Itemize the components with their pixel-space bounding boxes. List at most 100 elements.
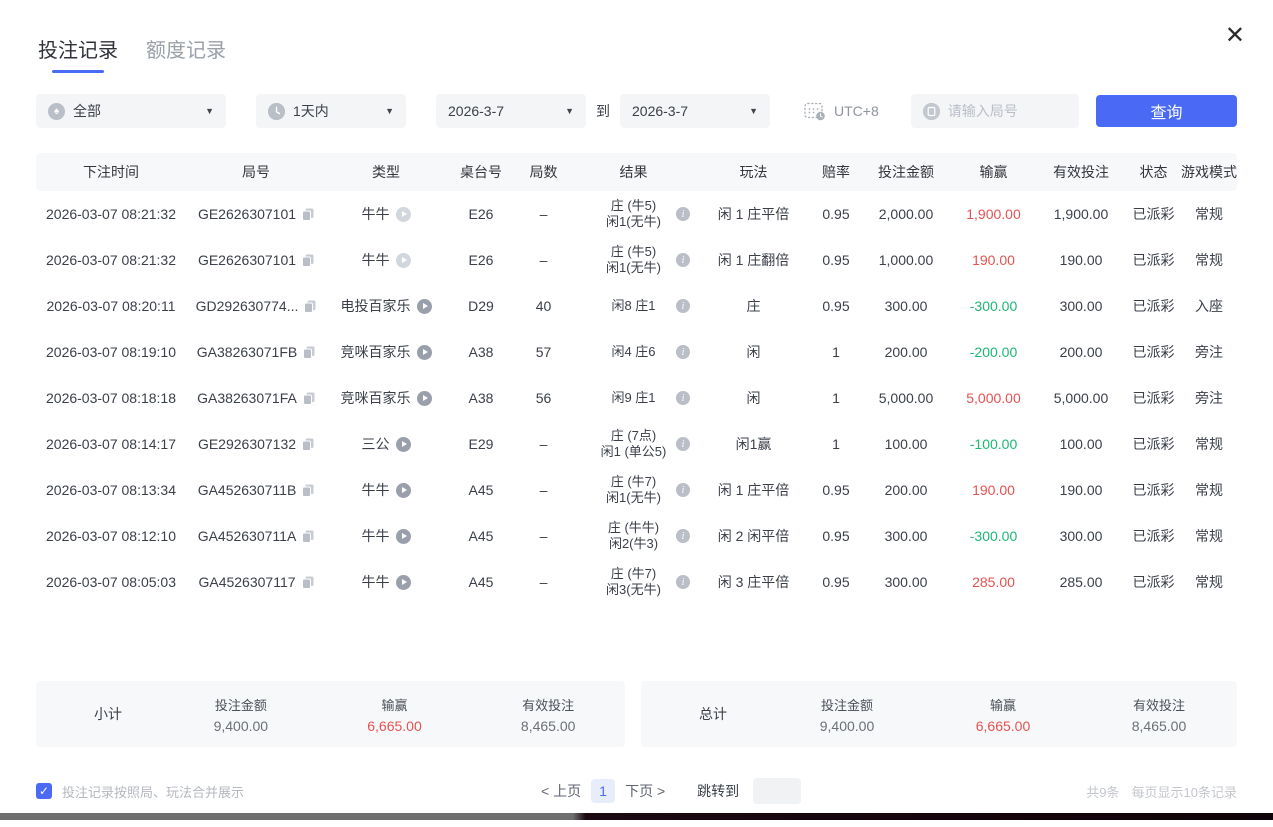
status: 已派彩 [1126,526,1181,546]
copy-icon[interactable] [303,346,315,359]
game-type: 竞咪百家乐 [341,342,411,362]
copy-icon[interactable] [304,300,316,313]
copy-icon[interactable] [302,484,314,497]
tab-bet-records[interactable]: 投注记录 [38,34,118,73]
next-page-button[interactable]: 下页 > [625,781,665,801]
copy-icon[interactable] [302,208,314,221]
date-from-picker[interactable]: 2026-3-7 ▼ [436,94,586,128]
round-id: GA4526307117 [198,574,295,590]
info-icon[interactable]: i [676,529,690,543]
play-icon[interactable] [396,529,411,544]
valid-bet: 300.00 [1036,298,1126,314]
game-type: 牛牛 [362,526,390,546]
win-loss: 285.00 [951,574,1036,590]
game-type-cell: 牛牛 [326,204,446,224]
info-icon[interactable]: i [676,253,690,267]
status: 已派彩 [1126,296,1181,316]
total-win-value: 6,665.00 [925,718,1081,734]
result-cell: 庄 (牛5) 闲1(无牛) i [571,244,696,276]
round-count: 56 [516,390,571,406]
timezone-selector[interactable]: UTC+8 [804,101,879,121]
game-type-dropdown[interactable]: ♠ 全部 ▼ [36,94,226,128]
bet-time: 2026-03-07 08:20:11 [36,298,186,314]
play-icon[interactable] [417,345,432,360]
total-label: 总计 [699,704,769,724]
play-icon[interactable] [396,207,411,222]
status: 已派彩 [1126,572,1181,592]
info-icon[interactable]: i [676,299,690,313]
bet-records-modal: ✕ 投注记录 额度记录 ♠ 全部 ▼ 1天内 ▼ 2026-3-7 ▼ 到 20… [0,0,1273,820]
play-type: 庄 [696,296,811,316]
chevron-down-icon: ▼ [739,106,758,116]
play-type: 闲 [696,388,811,408]
valid-bet: 200.00 [1036,344,1126,360]
game-type-cell: 电投百家乐 [326,296,446,316]
prev-page-button[interactable]: < 上页 [541,781,581,801]
copy-icon[interactable] [302,576,314,589]
time-range-dropdown[interactable]: 1天内 ▼ [256,94,406,128]
result-line1: 庄 (牛5) [606,244,661,260]
table-row: 2026-03-07 08:21:32 GE2626307101 牛牛 E26 … [36,191,1237,237]
jump-to-input[interactable] [753,778,801,804]
play-icon[interactable] [396,575,411,590]
result-line2: 闲2(牛3) [608,536,659,552]
close-icon[interactable]: ✕ [1225,24,1245,48]
odds: 0.95 [811,252,861,268]
header-game-type: 类型 [326,162,446,182]
game-type-dropdown-value: 全部 [73,101,101,121]
game-type-cell: 竞咪百家乐 [326,388,446,408]
result-cell: 闲9 庄1 i [571,390,696,406]
copy-icon[interactable] [302,438,314,451]
game-type-cell: 三公 [326,434,446,454]
win-loss: 5,000.00 [951,390,1036,406]
round-count: – [516,528,571,544]
play-icon[interactable] [396,253,411,268]
game-type-cell: 牛牛 [326,250,446,270]
header-bet-amount: 投注金额 [861,162,951,182]
info-icon[interactable]: i [676,575,690,589]
query-button[interactable]: 查询 [1096,95,1237,127]
play-icon[interactable] [396,483,411,498]
tab-bar: 投注记录 额度记录 [0,0,1273,73]
current-page[interactable]: 1 [591,779,615,803]
bet-amount: 100.00 [861,436,951,452]
subtotal-valid: 有效投注 8,465.00 [471,695,625,734]
merge-checkbox[interactable]: ✓ [36,783,52,799]
header-odds: 赔率 [811,162,861,182]
info-icon[interactable]: i [676,437,690,451]
date-to-picker[interactable]: 2026-3-7 ▼ [620,94,770,128]
play-icon[interactable] [417,391,432,406]
odds: 0.95 [811,298,861,314]
tab-quota-records[interactable]: 额度记录 [146,34,226,73]
table-row: 2026-03-07 08:19:10 GA38263071FB 竞咪百家乐 A… [36,329,1237,375]
copy-icon[interactable] [302,254,314,267]
table-no: A38 [446,344,516,360]
play-icon[interactable] [417,299,432,314]
header-round-id: 局号 [186,162,326,182]
copy-icon[interactable] [302,530,314,543]
header-round-count: 局数 [516,162,571,182]
info-icon[interactable]: i [676,345,690,359]
game-mode: 入座 [1181,296,1237,316]
odds: 1 [811,436,861,452]
play-icon[interactable] [396,437,411,452]
round-id-cell: GA38263071FB [186,344,326,360]
copy-icon[interactable] [303,392,315,405]
play-type: 闲 3 庄平倍 [696,572,811,592]
bet-time: 2026-03-07 08:21:32 [36,252,186,268]
game-mode: 旁注 [1181,342,1237,362]
round-id-search[interactable] [911,94,1079,128]
game-type-cell: 牛牛 [326,526,446,546]
info-icon[interactable]: i [676,207,690,221]
table-row: 2026-03-07 08:13:34 GA452630711B 牛牛 A45 … [36,467,1237,513]
round-id-input[interactable] [948,103,1067,119]
round-id-cell: GA452630711B [186,482,326,498]
bet-amount: 1,000.00 [861,252,951,268]
round-id: GA38263071FB [197,344,297,360]
valid-bet: 100.00 [1036,436,1126,452]
info-icon[interactable]: i [676,391,690,405]
info-icon[interactable]: i [676,483,690,497]
table-no: E29 [446,436,516,452]
status: 已派彩 [1126,388,1181,408]
game-mode: 常规 [1181,480,1237,500]
